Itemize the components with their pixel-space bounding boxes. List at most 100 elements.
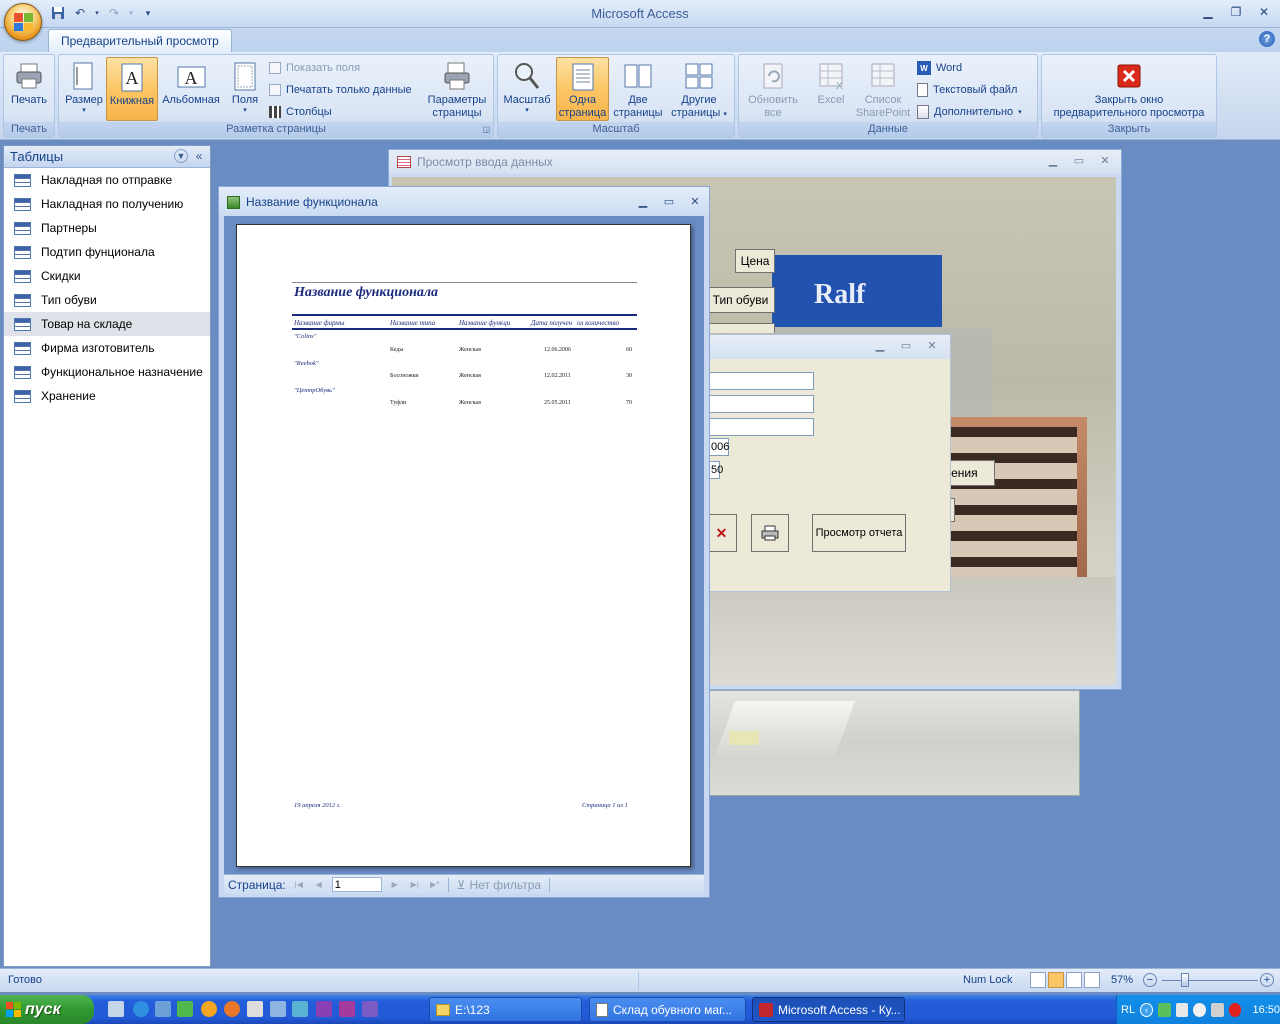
show-fields-checkbox[interactable]: Показать поля xyxy=(269,58,360,78)
subform-title-bar[interactable]: ▁ ▭ ✕ xyxy=(707,335,950,359)
delete-button[interactable]: ✕ xyxy=(706,514,737,552)
text-file-export-button[interactable]: Текстовый файл xyxy=(917,80,1017,100)
office-button[interactable] xyxy=(4,3,42,41)
hidden-button[interactable] xyxy=(706,323,775,333)
view-report-button[interactable]: Просмотр отчета xyxy=(812,514,906,552)
page-setup-button[interactable]: Параметры страницы xyxy=(423,57,491,121)
refresh-all-button[interactable]: Обновить все xyxy=(742,57,804,121)
maximize-icon[interactable]: ▭ xyxy=(1073,154,1085,167)
close-icon[interactable]: ✕ xyxy=(1256,4,1272,20)
nav-item-table[interactable]: Партнеры xyxy=(4,216,210,240)
close-icon[interactable]: ✕ xyxy=(926,339,938,352)
tab-print-preview[interactable]: Предварительный просмотр xyxy=(48,29,232,52)
report-view-icon[interactable] xyxy=(1048,972,1064,988)
prev-page-icon[interactable]: ◀ xyxy=(312,880,326,889)
print-button[interactable]: Печать xyxy=(6,57,52,121)
print-preview-view-icon[interactable] xyxy=(1030,972,1046,988)
nav-item-table[interactable]: Товар на складе xyxy=(4,312,210,336)
tray-expand-icon[interactable]: ‹ xyxy=(1140,1002,1153,1017)
shield-icon[interactable] xyxy=(1175,1002,1189,1017)
language-indicator[interactable]: RL xyxy=(1121,1004,1135,1016)
zoom-slider-thumb[interactable] xyxy=(1181,973,1189,987)
nav-item-table[interactable]: Хранение xyxy=(4,384,210,408)
price-button[interactable]: Цена xyxy=(735,249,775,273)
page-number-input[interactable] xyxy=(331,877,382,892)
nav-item-table[interactable]: Подтип фунционала xyxy=(4,240,210,264)
nav-item-table[interactable]: Тип обуви xyxy=(4,288,210,312)
filter-indicator[interactable]: ⊻ Нет фильтра xyxy=(447,877,551,892)
info-icon[interactable] xyxy=(201,1001,217,1017)
value-field-1[interactable]: 006 xyxy=(708,438,729,456)
two-pages-button[interactable]: Две страницы xyxy=(611,57,665,121)
firefox-icon[interactable] xyxy=(224,1001,240,1017)
sharepoint-list-button[interactable]: Список SharePoint xyxy=(853,57,913,121)
close-preview-button[interactable]: Закрыть окно предварительного просмотра xyxy=(1045,57,1213,121)
restore-icon[interactable]: ❐ xyxy=(1228,4,1244,20)
nav-item-table[interactable]: Функциональное назначение xyxy=(4,360,210,384)
word-export-button[interactable]: W Word xyxy=(917,58,962,78)
quick-launch-icon[interactable] xyxy=(108,1001,124,1017)
report-title-bar[interactable]: Название функционала ▁ ▭ ✕ xyxy=(219,187,709,217)
portrait-button[interactable]: A Книжная xyxy=(106,57,158,121)
app-icon[interactable] xyxy=(292,1001,308,1017)
antivirus-icon[interactable] xyxy=(1193,1002,1207,1017)
data-entry-title-bar[interactable]: Просмотр ввода данных ▁ ▭ ✕ xyxy=(389,150,1121,174)
nav-header[interactable]: Таблицы ▼ « xyxy=(4,146,210,168)
ie-icon[interactable] xyxy=(133,1001,149,1017)
help-icon[interactable]: ? xyxy=(1259,31,1275,47)
nav-menu-dropdown-icon[interactable]: ▼ xyxy=(174,149,188,163)
first-page-icon[interactable]: |◀ xyxy=(292,880,306,889)
text-field-1[interactable] xyxy=(708,372,814,390)
close-icon[interactable]: ✕ xyxy=(689,195,701,208)
close-icon[interactable]: ✕ xyxy=(1099,154,1111,167)
shoe-type-button[interactable]: Тип обуви xyxy=(706,287,775,313)
volume-icon[interactable] xyxy=(1211,1002,1224,1017)
one-page-button[interactable]: Одна страница xyxy=(556,57,609,121)
maximize-icon[interactable]: ▭ xyxy=(900,339,912,352)
app-icon[interactable] xyxy=(270,1001,286,1017)
zoom-in-icon[interactable]: + xyxy=(1260,973,1274,987)
landscape-button[interactable]: A Альбомная xyxy=(159,57,223,121)
other-pages-button[interactable]: Другие страницы ▾ xyxy=(668,57,730,121)
app-icon[interactable] xyxy=(247,1001,263,1017)
taskbar-task-folder[interactable]: E:\123 xyxy=(429,997,582,1022)
zoom-out-icon[interactable]: − xyxy=(1143,973,1157,987)
design-view-icon[interactable] xyxy=(1084,972,1100,988)
opera-icon[interactable] xyxy=(1228,1002,1242,1017)
nav-item-table[interactable]: Накладная по получению xyxy=(4,192,210,216)
next-page-icon[interactable]: ▶ xyxy=(388,880,402,889)
size-button[interactable]: Размер ▾ xyxy=(62,57,106,121)
print-form-button[interactable] xyxy=(751,514,789,552)
minimize-icon[interactable]: ▁ xyxy=(637,195,649,208)
print-data-only-checkbox[interactable]: Печатать только данные xyxy=(269,80,412,100)
zoom-slider[interactable] xyxy=(1162,980,1258,981)
taskbar-task-access[interactable]: Microsoft Access - Ку... xyxy=(752,997,905,1022)
nav-item-table[interactable]: Скидки xyxy=(4,264,210,288)
minimize-icon[interactable]: ▁ xyxy=(1200,4,1216,20)
more-export-button[interactable]: Дополнительно ▾ xyxy=(917,102,1022,122)
excel-export-button[interactable]: X Excel xyxy=(809,57,853,121)
maximize-icon[interactable]: ▭ xyxy=(663,195,675,208)
text-field-2[interactable] xyxy=(708,395,814,413)
minimize-icon[interactable]: ▁ xyxy=(874,339,886,352)
margins-button[interactable]: Поля ▾ xyxy=(225,57,265,121)
taskbar-task-document[interactable]: Склад обувного маг... xyxy=(589,997,746,1022)
network-icon[interactable] xyxy=(1157,1002,1171,1017)
start-button[interactable]: пуск xyxy=(0,995,94,1024)
dialog-launcher-icon[interactable]: ◲ xyxy=(482,122,490,137)
collapse-pane-icon[interactable]: « xyxy=(192,149,206,163)
columns-button[interactable]: Столбцы xyxy=(269,102,332,122)
last-page-icon[interactable]: ▶| xyxy=(408,880,422,889)
app-icon[interactable] xyxy=(339,1001,355,1017)
desktop-icon[interactable] xyxy=(155,1001,171,1017)
app-icon[interactable] xyxy=(362,1001,378,1017)
new-record-icon[interactable]: ▶* xyxy=(428,880,442,889)
minimize-icon[interactable]: ▁ xyxy=(1047,154,1059,167)
app-icon[interactable] xyxy=(316,1001,332,1017)
layout-view-icon[interactable] xyxy=(1066,972,1082,988)
zoom-button[interactable]: Масштаб ▾ xyxy=(501,57,553,121)
app-icon[interactable] xyxy=(177,1001,193,1017)
nav-item-table[interactable]: Фирма изготовитель xyxy=(4,336,210,360)
nav-item-table[interactable]: Накладная по отправке xyxy=(4,168,210,192)
text-field-3[interactable] xyxy=(708,418,814,436)
